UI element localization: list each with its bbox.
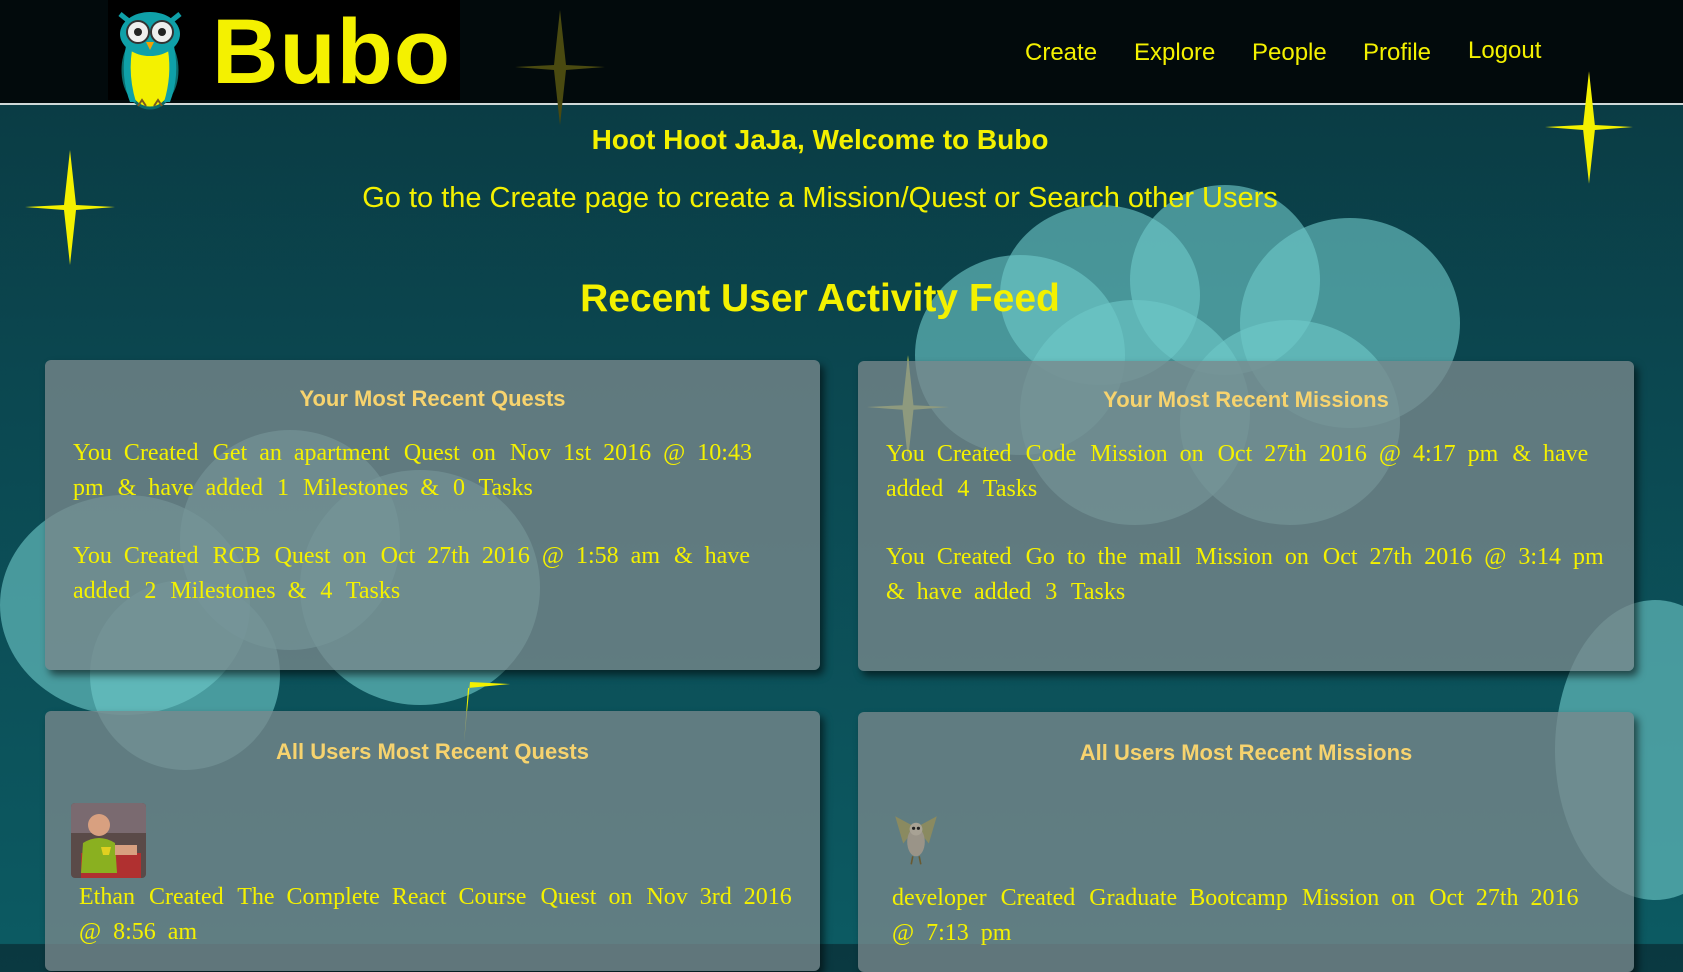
list-item: Ethan Created The Complete React Course …: [79, 880, 792, 950]
feed-title: Recent User Activity Feed: [580, 277, 1060, 320]
list-item: You Created Go to the mall Mission on Oc…: [886, 540, 1606, 610]
brand-name: Bubo: [212, 1, 452, 103]
entry-connector: & have added: [886, 579, 1032, 605]
entry-name[interactable]: Graduate Bootcamp: [1089, 885, 1288, 911]
list-item: You Created Code Mission on Oct 27th 201…: [886, 437, 1606, 507]
list-item: developer Created Graduate Bootcamp Miss…: [892, 881, 1606, 951]
logo[interactable]: Bubo: [108, 0, 460, 110]
entry-date: Oct 27th 2016 @ 4:17 pm: [1217, 441, 1499, 467]
user-avatar[interactable]: [892, 804, 1606, 879]
entry-name[interactable]: Code: [1026, 441, 1077, 467]
list-item: You Created Get an apartment Quest on No…: [73, 436, 792, 506]
entry-kind: Mission on: [1195, 544, 1309, 570]
entry-name[interactable]: Get an apartment: [213, 440, 390, 466]
subtitle: Go to the Create page to create a Missio…: [362, 182, 1278, 214]
all-quests-panel: All Users Most Recent Quests Ethan Creat…: [45, 711, 820, 971]
entry-date: Oct 27th 2016 @ 3:14 pm: [1322, 544, 1604, 570]
entry-task-count: 4: [320, 578, 333, 604]
entry-kind: Quest on: [403, 440, 496, 466]
entry-task-count: 3: [1045, 579, 1058, 605]
nav-explore[interactable]: Explore: [1134, 39, 1215, 67]
entry-kind: Quest on: [540, 884, 633, 910]
entry-kind: Mission on: [1090, 441, 1204, 467]
user-avatar-photo: [71, 803, 146, 878]
entry-name[interactable]: RCB: [213, 543, 261, 569]
owl-logo-icon: [118, 12, 182, 110]
entry-lead: You Created: [886, 544, 1012, 570]
entry-user[interactable]: developer: [892, 885, 987, 911]
entry-lead: You Created: [73, 543, 199, 569]
sparkle-star-icon: [515, 10, 605, 125]
entry-task-count: 4: [957, 476, 970, 502]
nav-people[interactable]: People: [1252, 39, 1327, 67]
panel-title: Your Most Recent Quests: [299, 386, 566, 411]
entry-name[interactable]: The Complete React Course: [237, 884, 526, 910]
entry-milestone-label: Milestones &: [302, 475, 439, 501]
entry-milestone-count: 1: [276, 475, 289, 501]
entry-task-label: Tasks: [1070, 579, 1126, 605]
user-avatar[interactable]: [71, 803, 792, 878]
entry-connector: & have added: [117, 475, 263, 501]
nav-logout[interactable]: Logout: [1468, 37, 1541, 65]
entry-task-label: Tasks: [478, 475, 533, 501]
welcome-suffix: , Welcome to Bubo: [796, 124, 1049, 155]
entry-task-label: Tasks: [982, 476, 1038, 502]
nav-create[interactable]: Create: [1025, 39, 1097, 67]
all-missions-panel: All Users Most Recent Missions developer…: [858, 712, 1634, 972]
top-navbar: Bubo Create Explore People Profile Logou…: [0, 0, 1683, 110]
panel-title: All Users Most Recent Quests: [276, 739, 589, 764]
list-item: You Created RCB Quest on Oct 27th 2016 @…: [73, 539, 792, 609]
panel-title: All Users Most Recent Missions: [1079, 740, 1413, 765]
entry-lead: You Created: [73, 440, 199, 466]
entry-lead: Created: [148, 884, 224, 910]
entry-kind: Mission on: [1301, 885, 1416, 911]
entry-date: Oct 27th 2016 @ 1:58 am: [380, 543, 661, 569]
entry-kind: Quest on: [274, 543, 367, 569]
entry-task-label: Tasks: [345, 578, 401, 604]
welcome-prefix: Hoot Hoot: [591, 124, 727, 155]
welcome-message: Hoot Hoot JaJa, Welcome to Bubo: [0, 124, 1640, 156]
welcome-username: JaJa: [734, 124, 797, 155]
entry-name[interactable]: Go to the mall: [1026, 544, 1182, 570]
entry-lead: Created: [1000, 885, 1076, 911]
panel-title: Your Most Recent Missions: [1103, 387, 1389, 412]
your-missions-panel: Your Most Recent Missions You Created Co…: [858, 361, 1634, 671]
owl-avatar-icon: [895, 816, 937, 865]
entry-user[interactable]: Ethan: [79, 884, 135, 910]
nav-profile[interactable]: Profile: [1363, 39, 1431, 67]
entry-milestone-label: Milestones &: [170, 578, 307, 604]
entry-task-count: 0: [452, 475, 465, 501]
entry-lead: You Created: [886, 441, 1012, 467]
your-quests-panel: Your Most Recent Quests You Created Get …: [45, 360, 820, 670]
entry-milestone-count: 2: [144, 578, 157, 604]
